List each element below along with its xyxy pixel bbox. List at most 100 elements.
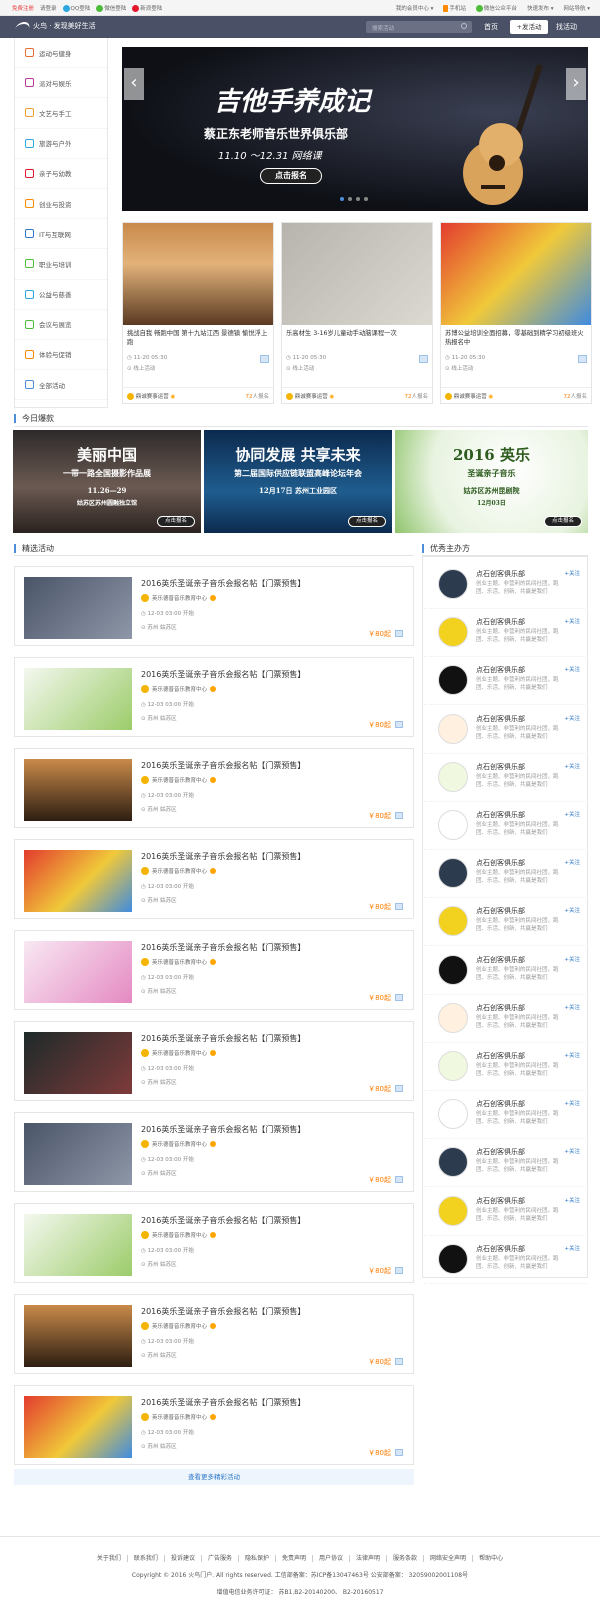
follow-button[interactable]: +关注 <box>564 1099 580 1107</box>
host-logo[interactable] <box>438 569 468 599</box>
featured-activity-organizer[interactable]: 英乐德普音乐教育中心 <box>152 1140 207 1148</box>
host-logo[interactable] <box>438 1243 468 1274</box>
featured-activity-title[interactable]: 2016英乐圣诞亲子音乐会报名帖【门票预售】 <box>141 1397 305 1408</box>
host-name[interactable]: 点石创客俱乐部 <box>476 1051 525 1061</box>
featured-activity-organizer[interactable]: 英乐德普音乐教育中心 <box>152 1049 207 1057</box>
logo[interactable]: 火鸟 · 发现美好生活 <box>14 21 96 31</box>
banner-signup-button[interactable]: 点击报名 <box>260 168 322 184</box>
calendar-icon[interactable] <box>419 355 428 363</box>
search-input[interactable]: 搜索活动 <box>366 21 472 33</box>
host-name[interactable]: 点石创客俱乐部 <box>476 762 525 772</box>
host-item[interactable]: 点石创客俱乐部 +关注 创业主题、非营利的民间社团，跑团、乐活、创新、共赢是我们 <box>424 898 588 947</box>
hero-banner[interactable]: 吉他手养成记 蔡正东老师音乐世界俱乐部 11.10 ～12.31 网络课 点击报… <box>122 47 588 211</box>
footer-link[interactable]: 隐私保护 <box>239 1555 276 1562</box>
weibo-login-link[interactable]: 新浪登陆 <box>132 4 162 12</box>
footer-link[interactable]: 广告服务 <box>202 1555 239 1562</box>
host-item[interactable]: 点石创客俱乐部 +关注 创业主题、非营利的民间社团，跑团、乐活、创新、共赢是我们 <box>424 802 588 850</box>
host-item[interactable]: 点石创客俱乐部 +关注 创业主题、非营利的民间社团，跑团、乐活、创新、共赢是我们 <box>424 1091 588 1140</box>
host-name[interactable]: 点石创客俱乐部 <box>476 617 525 627</box>
calendar-icon[interactable] <box>395 630 403 637</box>
follow-button[interactable]: +关注 <box>564 569 580 577</box>
promo-banner[interactable]: 美丽中国 一带一路全国摄影作品展 11.26—29 姑苏区苏州圆融独立馆 点击报… <box>13 430 201 533</box>
featured-activity-title[interactable]: 2016英乐圣诞亲子音乐会报名帖【门票预售】 <box>141 1124 305 1135</box>
footer-link[interactable]: 关于我们 <box>91 1555 128 1562</box>
host-logo[interactable] <box>438 617 468 648</box>
featured-activity-organizer[interactable]: 英乐德普音乐教育中心 <box>152 594 207 602</box>
featured-activity-title[interactable]: 2016英乐圣诞亲子音乐会报名帖【门票预售】 <box>141 942 305 953</box>
sidebar-item[interactable]: 会议与展览 <box>15 310 107 340</box>
host-logo[interactable] <box>438 1002 468 1033</box>
activity-card-title[interactable]: 挑战自我 畅跑中国 第十九站江西 景德镇 愉悦浮上跑 <box>123 325 273 353</box>
calendar-icon[interactable] <box>395 812 403 819</box>
follow-button[interactable]: +关注 <box>564 858 580 866</box>
host-name[interactable]: 点石创客俱乐部 <box>476 1003 525 1013</box>
host-item[interactable]: 点石创客俱乐部 +关注 创业主题、非营利的民间社团，跑团、乐活、创新、共赢是我们 <box>424 706 588 754</box>
calendar-icon[interactable] <box>395 903 403 910</box>
activity-card-organizer[interactable]: 鼎诚赛事运营 <box>454 394 487 400</box>
featured-activity-organizer[interactable]: 英乐德普音乐教育中心 <box>152 1322 207 1330</box>
activity-card[interactable]: 乐高材生 3-16岁儿童动手动脑课程一次 ◷ 11-20 05:30 ⊙ 线上活… <box>281 222 433 404</box>
calendar-icon[interactable] <box>395 994 403 1001</box>
host-item[interactable]: 点石创客俱乐部 +关注 创业主题、非营利的民间社团，跑团、乐活、创新、共赢是我们 <box>424 1139 588 1188</box>
banner-dot[interactable] <box>364 197 368 201</box>
calendar-icon[interactable] <box>395 1358 403 1365</box>
activity-card[interactable]: 苏博公益培训全面招募，零基础到精学习初级班火热报名中 ◷ 11-20 05:30… <box>440 222 592 404</box>
follow-button[interactable]: +关注 <box>564 955 580 963</box>
wechat-login-link[interactable]: 微信登陆 <box>96 4 126 12</box>
host-name[interactable]: 点石创客俱乐部 <box>476 665 525 675</box>
featured-activity-photo[interactable] <box>24 668 132 730</box>
nav-find[interactable]: 找活动 <box>556 22 577 32</box>
featured-activity-photo[interactable] <box>24 941 132 1003</box>
host-item[interactable]: 点石创客俱乐部 +关注 创业主题、非营利的民间社团，跑团、乐活、创新、共赢是我们 <box>424 561 588 609</box>
host-name[interactable]: 点石创客俱乐部 <box>476 955 525 965</box>
featured-activity-title[interactable]: 2016英乐圣诞亲子音乐会报名帖【门票预售】 <box>141 1215 305 1226</box>
featured-activity-photo[interactable] <box>24 577 132 639</box>
host-item[interactable]: 点石创客俱乐部 +关注 创业主题、非营利的民间社团，跑团、乐活、创新、共赢是我们 <box>424 850 588 899</box>
follow-button[interactable]: +关注 <box>564 810 580 818</box>
featured-activity-photo[interactable] <box>24 759 132 821</box>
activity-card-organizer[interactable]: 鼎诚赛事运营 <box>295 394 328 400</box>
follow-button[interactable]: +关注 <box>564 1147 580 1155</box>
host-name[interactable]: 点石创客俱乐部 <box>476 906 525 916</box>
activity-card-organizer[interactable]: 鼎诚赛事运营 <box>136 394 169 400</box>
search-icon[interactable] <box>461 23 467 29</box>
qq-login-link[interactable]: QQ登陆 <box>62 4 90 12</box>
follow-button[interactable]: +关注 <box>564 1244 580 1252</box>
host-name[interactable]: 点石创客俱乐部 <box>476 1244 525 1254</box>
host-name[interactable]: 点石创客俱乐部 <box>476 569 525 579</box>
quick-publish-menu[interactable]: 快速发布 ▾ <box>527 4 554 12</box>
featured-activity-title[interactable]: 2016英乐圣诞亲子音乐会报名帖【门票预售】 <box>141 1306 305 1317</box>
footer-link[interactable]: 联系我们 <box>128 1555 165 1562</box>
featured-activity[interactable]: 2016英乐圣诞亲子音乐会报名帖【门票预售】 英乐德普音乐教育中心 ◷ 12-0… <box>14 1112 414 1192</box>
promo-signup-button[interactable]: 点击报名 <box>157 516 195 527</box>
host-item[interactable]: 点石创客俱乐部 +关注 创业主题、非营利的民间社团，跑团、乐活、创新、共赢是我们 <box>424 657 588 706</box>
host-logo[interactable] <box>438 1099 468 1130</box>
featured-activity[interactable]: 2016英乐圣诞亲子音乐会报名帖【门票预售】 英乐德普音乐教育中心 ◷ 12-0… <box>14 657 414 737</box>
promo-banner[interactable]: 协同发展 共享未来 第二届国际供应链联盟高峰论坛年会 12月17日 苏州工业园区… <box>204 430 392 533</box>
banner-dot[interactable] <box>340 197 344 201</box>
activity-card-title[interactable]: 苏博公益培训全面招募，零基础到精学习初级班火热报名中 <box>441 325 591 353</box>
featured-activity-photo[interactable] <box>24 1396 132 1458</box>
sidebar-item[interactable]: 派对与娱乐 <box>15 68 107 99</box>
nav-home[interactable]: 首页 <box>484 22 498 32</box>
publish-button[interactable]: +发活动 <box>510 20 548 34</box>
featured-activity-photo[interactable] <box>24 1123 132 1185</box>
register-link[interactable]: 免费注册 <box>12 4 34 12</box>
featured-activity[interactable]: 2016英乐圣诞亲子音乐会报名帖【门票预售】 英乐德普音乐教育中心 ◷ 12-0… <box>14 1203 414 1283</box>
banner-dot[interactable] <box>356 197 360 201</box>
featured-activity[interactable]: 2016英乐圣诞亲子音乐会报名帖【门票预售】 英乐德普音乐教育中心 ◷ 12-0… <box>14 566 414 646</box>
host-item[interactable]: 点石创客俱乐部 +关注 创业主题、非营利的民间社团，跑团、乐活、创新、共赢是我们 <box>424 1043 588 1091</box>
host-logo[interactable] <box>438 906 468 937</box>
footer-link[interactable]: 帮助中心 <box>473 1555 509 1562</box>
calendar-icon[interactable] <box>395 1449 403 1456</box>
sidebar-item[interactable]: 体验与促销 <box>15 340 107 371</box>
activity-card[interactable]: 挑战自我 畅跑中国 第十九站江西 景德镇 愉悦浮上跑 ◷ 11-20 05:30… <box>122 222 274 404</box>
public-account-link[interactable]: 微信公众平台 <box>475 4 517 12</box>
sidebar-item[interactable]: 创业与投资 <box>15 189 107 220</box>
host-item[interactable]: 点石创客俱乐部 +关注 创业主题、非营利的民间社团，跑团、乐活、创新、共赢是我们 <box>424 947 588 995</box>
banner-prev-arrow[interactable]: ‹ <box>124 68 144 100</box>
follow-button[interactable]: +关注 <box>564 714 580 722</box>
promo-signup-button[interactable]: 点击报名 <box>544 516 582 527</box>
featured-activity[interactable]: 2016英乐圣诞亲子音乐会报名帖【门票预售】 英乐德普音乐教育中心 ◷ 12-0… <box>14 1021 414 1101</box>
featured-activity[interactable]: 2016英乐圣诞亲子音乐会报名帖【门票预售】 英乐德普音乐教育中心 ◷ 12-0… <box>14 930 414 1010</box>
